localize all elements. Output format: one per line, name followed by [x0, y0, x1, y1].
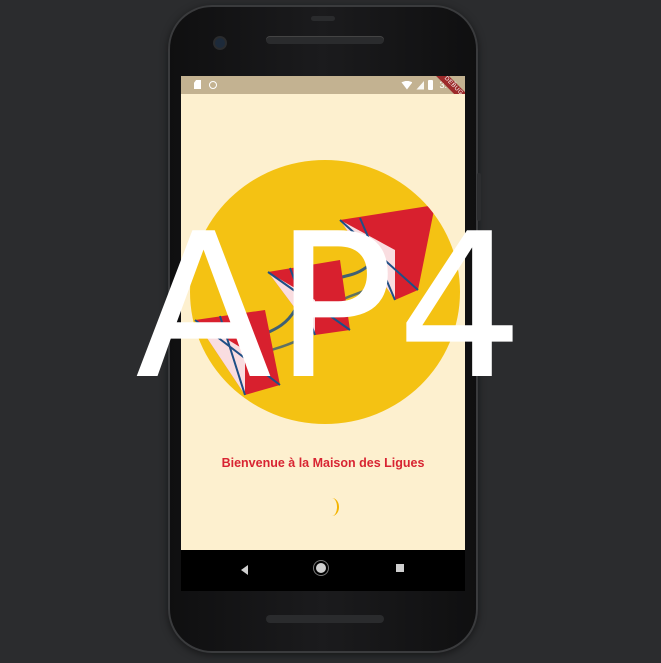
sd-card-icon: [194, 80, 201, 89]
earpiece-speaker: [266, 36, 384, 44]
kites-logo-icon: [190, 160, 460, 424]
recents-icon[interactable]: [396, 564, 404, 572]
back-icon[interactable]: [241, 565, 248, 575]
welcome-message: Bienvenue à la Maison des Ligues: [221, 456, 425, 470]
bottom-speaker: [266, 615, 384, 623]
canvas: 3:56 DEBUG: [0, 0, 661, 663]
phone-frame: 3:56 DEBUG: [168, 5, 481, 653]
wifi-icon: [401, 80, 413, 90]
loading-spinner-icon: [325, 498, 339, 516]
power-button[interactable]: [477, 173, 481, 221]
top-slit: [311, 16, 335, 21]
app-content: Bienvenue à la Maison des Ligues: [181, 94, 465, 550]
navigation-bar: [181, 550, 465, 591]
status-left-icons: [194, 80, 217, 89]
signal-icon: [416, 80, 425, 90]
volume-button[interactable]: [477, 255, 481, 335]
phone-screen: 3:56 DEBUG: [181, 76, 465, 591]
battery-icon: [428, 80, 434, 90]
sync-icon: [209, 80, 217, 89]
front-camera-icon: [215, 38, 225, 48]
status-bar: 3:56 DEBUG: [181, 76, 465, 110]
home-icon[interactable]: [316, 563, 326, 573]
